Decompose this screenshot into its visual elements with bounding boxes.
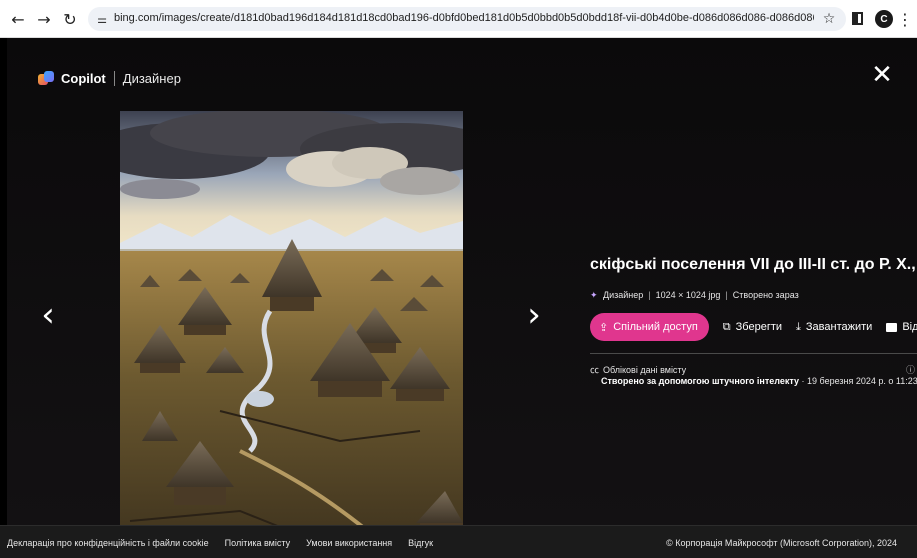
copyright: © Корпорація Майкрософт (Microsoft Corpo…: [666, 538, 897, 548]
image-viewer: Copilot Дизайнер ✕ ‹ › скіфські поселенн…: [7, 38, 917, 558]
previous-image-button[interactable]: ‹: [37, 295, 59, 335]
meta-separator: |: [648, 290, 651, 300]
generated-image[interactable]: b: [120, 111, 463, 558]
forward-icon[interactable]: →: [34, 9, 54, 29]
content-credentials[interactable]: ㏄ Облікові дані вмісту: [590, 363, 687, 377]
save-icon: ⧉: [722, 320, 731, 333]
content-credentials-label: Облікові дані вмісту: [603, 364, 687, 375]
url-text[interactable]: bing.com/images/create/d181d0bad196d184d…: [114, 12, 814, 24]
designer-icon: ✦: [590, 290, 598, 301]
meta-app: Дизайнер: [603, 290, 644, 300]
close-icon[interactable]: ✕: [870, 62, 894, 88]
created-info: Створено за допомогою штучного інтелекту…: [601, 376, 917, 386]
footer-links: Декларація про конфіденційність і файли …: [7, 538, 449, 548]
meta-dimensions: 1024 × 1024 jpg: [655, 290, 721, 300]
download-button[interactable]: ⤓ Завантажити: [796, 320, 872, 334]
section-name[interactable]: Дизайнер: [123, 71, 181, 86]
scythian-settlement-illustration: [120, 111, 463, 558]
site-settings-icon[interactable]: ⚌: [94, 11, 110, 27]
footer-link-privacy[interactable]: Декларація про конфіденційність і файли …: [7, 538, 209, 548]
image-title: скіфські поселення VII до III-II ст. до …: [590, 256, 916, 273]
brand: Copilot Дизайнер: [38, 70, 181, 86]
save-button[interactable]: ⧉ Зберегти: [723, 320, 782, 334]
content-credentials-icon: ㏄: [590, 366, 600, 376]
copilot-logo-icon: [38, 70, 55, 86]
browser-toolbar: ← → ↻ ⚌ bing.com/images/create/d181d0bad…: [0, 0, 917, 38]
image-meta: ✦ Дизайнер | 1024 × 1024 jpg | Створено …: [590, 290, 799, 301]
feedback-label: Відгук: [902, 321, 917, 333]
image-actions: ⇪ Спільний доступ ⧉ Зберегти ⤓ Завантажи…: [590, 312, 917, 342]
created-by: Створено за допомогою штучного інтелекту: [601, 376, 800, 386]
save-label: Зберегти: [735, 321, 783, 333]
meta-created: Створено зараз: [732, 290, 799, 300]
page-footer: Декларація про конфіденційність і файли …: [0, 525, 917, 558]
kebab-menu-icon[interactable]: ⋮: [897, 9, 913, 29]
feedback-button[interactable]: Відгук: [886, 321, 917, 333]
share-label: Спільний доступ: [613, 321, 698, 333]
footer-link-feedback[interactable]: Відгук: [408, 538, 433, 548]
reload-icon[interactable]: ↻: [60, 9, 80, 29]
back-icon[interactable]: ←: [8, 9, 28, 29]
bookmark-star-icon[interactable]: ☆: [820, 10, 838, 28]
download-icon: ⤓: [796, 320, 801, 333]
feedback-icon: [886, 322, 898, 332]
side-panel-icon[interactable]: [852, 12, 863, 25]
brand-divider: [113, 70, 115, 86]
divider: [590, 353, 917, 354]
download-label: Завантажити: [805, 321, 873, 333]
share-icon: ⇪: [599, 320, 609, 334]
profile-avatar[interactable]: C: [875, 10, 893, 28]
footer-link-terms[interactable]: Умови використання: [306, 538, 392, 548]
meta-separator: |: [725, 290, 728, 300]
share-button[interactable]: ⇪ Спільний доступ: [590, 313, 709, 341]
help-icon[interactable]: ⓘ: [906, 363, 915, 376]
address-bar[interactable]: ⚌ bing.com/images/create/d181d0bad196d18…: [88, 7, 846, 31]
footer-link-content-policy[interactable]: Політика вмісту: [225, 538, 290, 548]
brand-name[interactable]: Copilot: [61, 71, 106, 86]
next-image-button[interactable]: ›: [523, 295, 545, 335]
created-date: · 19 березня 2024 р. о 11:23 д: [801, 376, 917, 386]
